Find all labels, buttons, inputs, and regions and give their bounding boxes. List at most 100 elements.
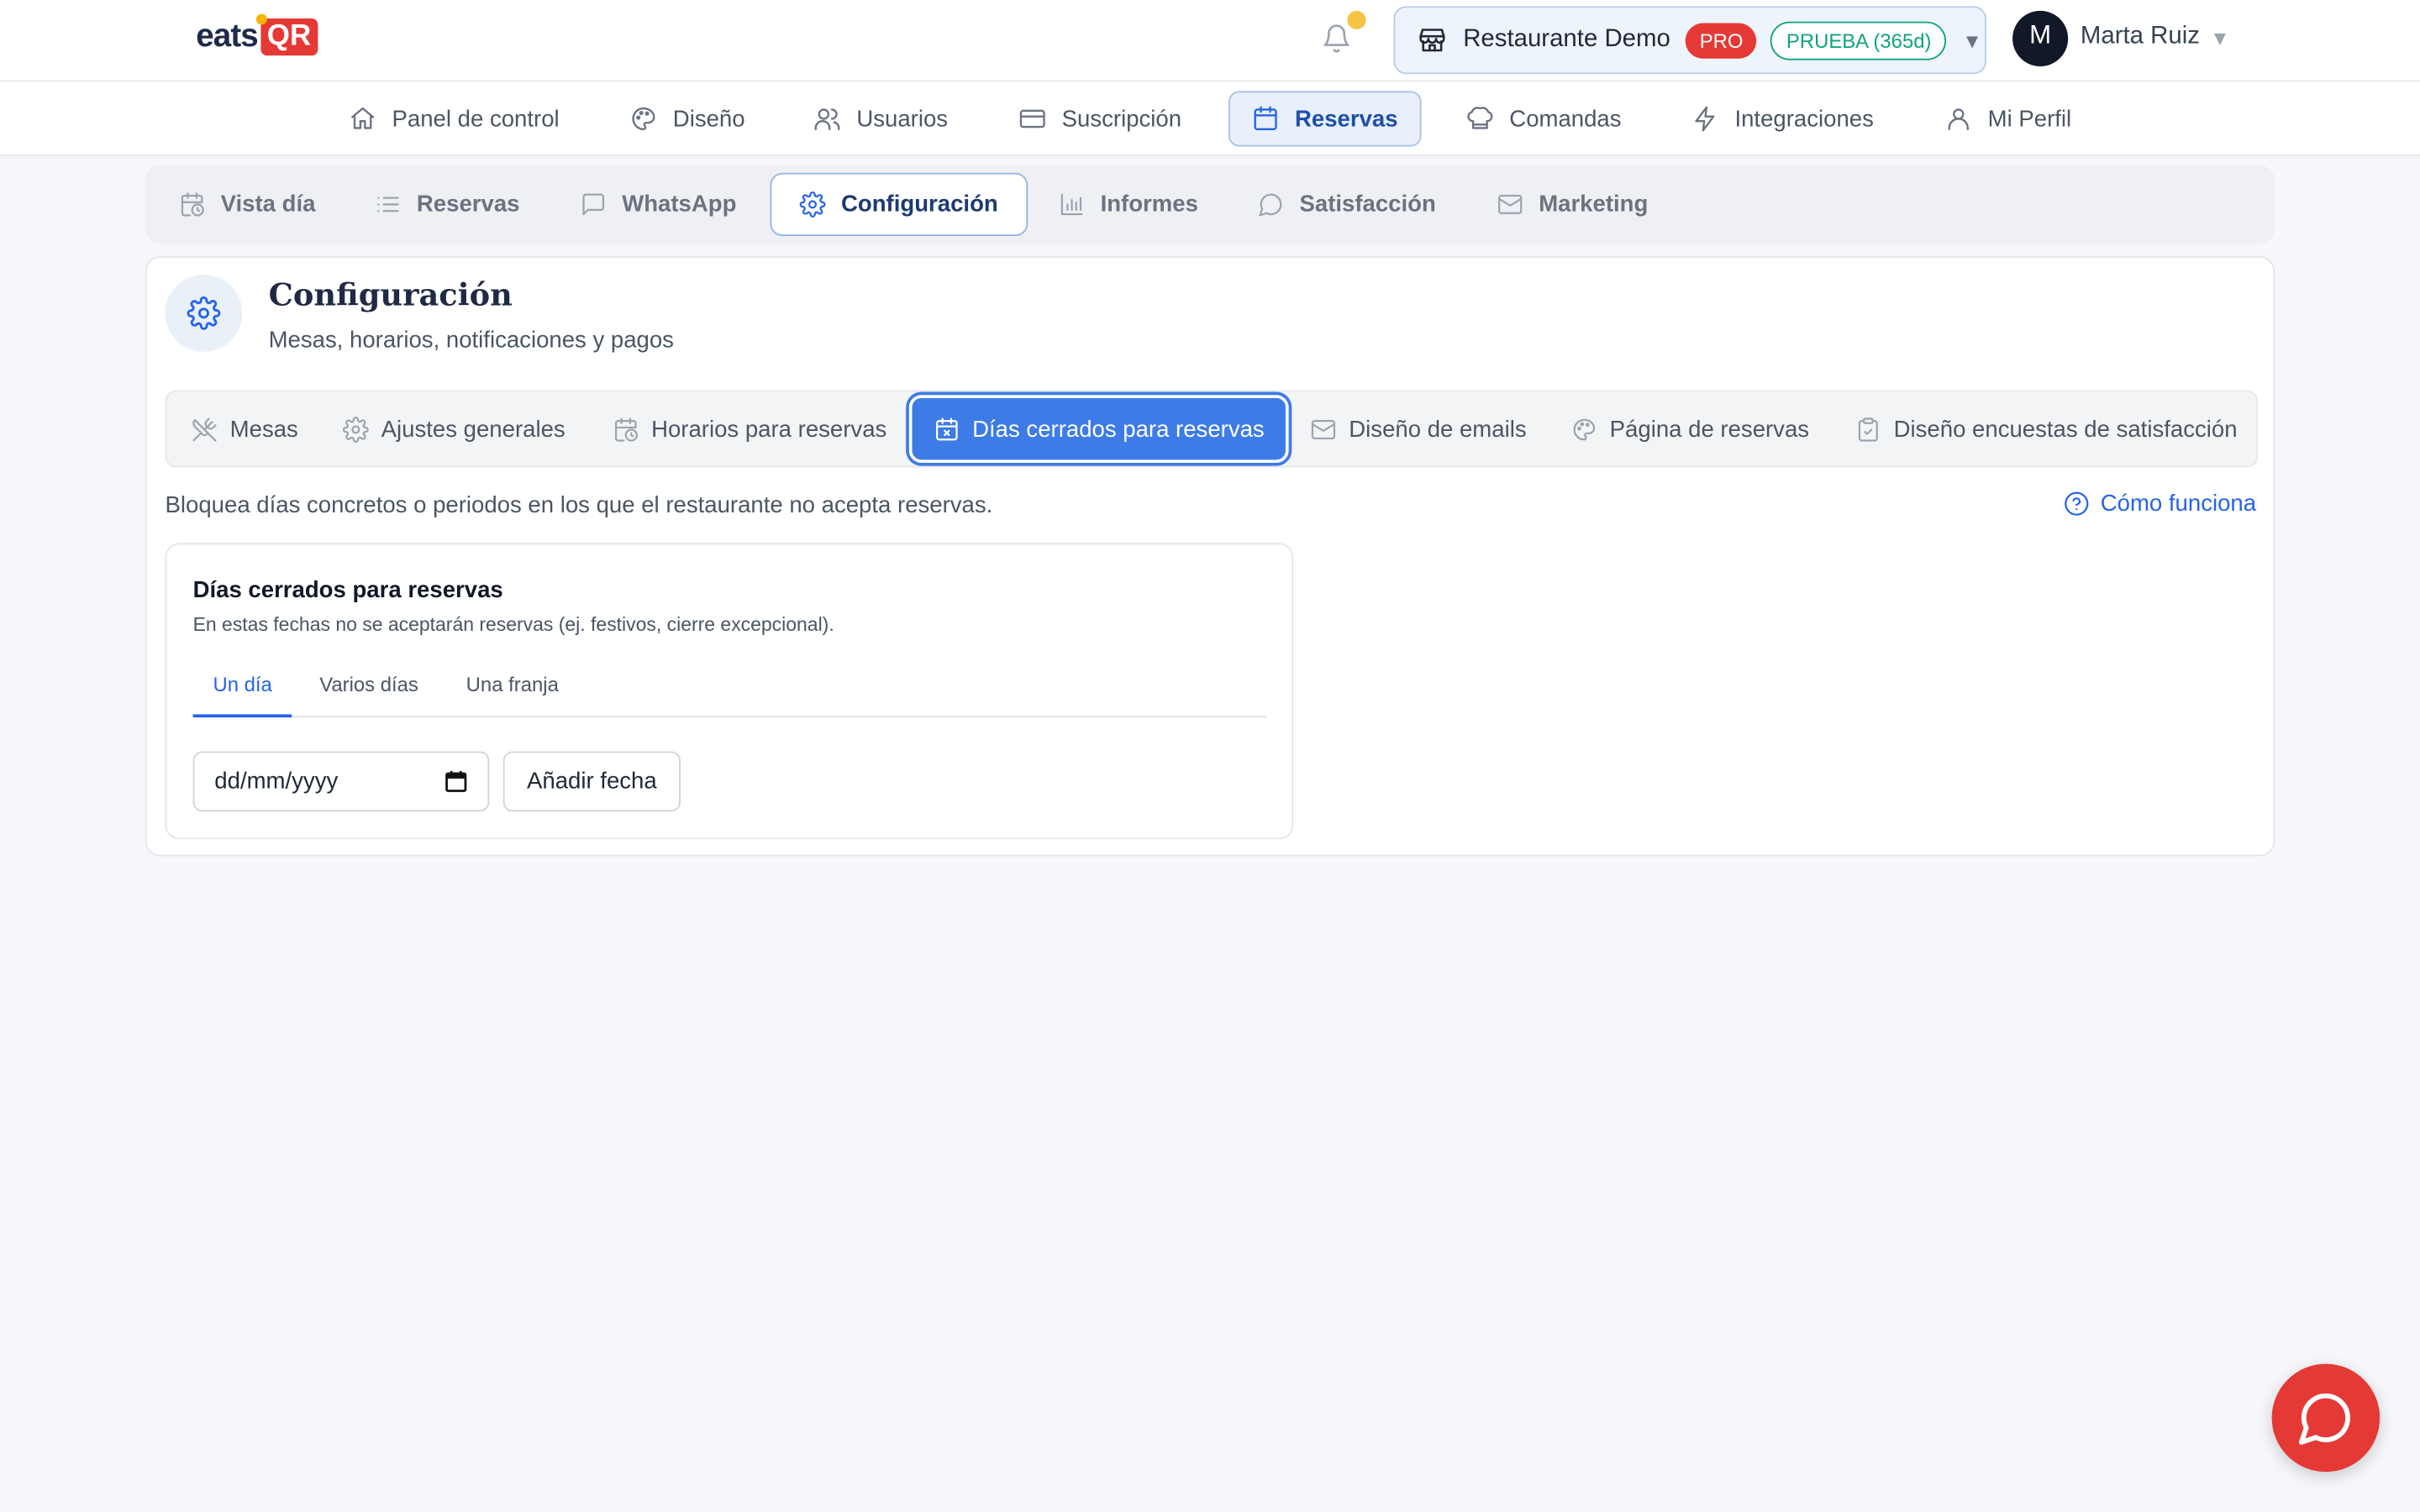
logo-text-eats: eats [196,18,258,55]
user-icon [1944,105,1987,133]
closed-days-title: Días cerrados para reservas [192,576,503,604]
palette-icon [629,105,672,133]
restaurant-selector[interactable]: Restaurante Demo PRO PRUEBA (365d) ▼ [1393,6,1986,75]
top-header: eats QR Restaurante Demo PRO PRUEBA (365… [0,0,2420,82]
config-tab-dias-cerrados[interactable]: Días cerrados para reservas [912,397,1286,460]
tab-label: Reservas [416,191,520,218]
palette-icon [1571,416,1610,442]
config-tab-ajustes-generales[interactable]: Ajustes generales [324,398,584,459]
config-tab-label: Página de reservas [1609,415,1810,443]
eatsqr-logo[interactable]: eats QR [196,13,318,56]
calendar-picker-icon[interactable] [445,770,468,794]
nav-item-integraciones[interactable]: Integraciones [1670,91,1895,146]
calendar-clock-icon [613,416,651,442]
nav-item-suscripcion[interactable]: Suscripción [997,91,1203,146]
config-tab-encuestas[interactable]: Diseño encuestas de satisfacción [1837,398,2256,459]
trial-badge: PRUEBA (365d) [1770,20,1947,60]
user-menu-chevron-icon[interactable]: ▼ [2210,26,2230,50]
list-icon [375,192,417,218]
chat-support-button[interactable] [2271,1363,2381,1473]
closed-days-mode-tabs: Un día Varios días Una franja [192,659,1267,718]
configuracion-card: Configuración Mesas, horarios, notificac… [145,255,2275,857]
nav-item-label: Usuarios [856,105,949,133]
nav-item-comandas[interactable]: Comandas [1444,91,1643,146]
tab-marketing[interactable]: Marketing [1470,173,1676,236]
tab-label: WhatsApp [622,191,737,218]
how-it-works-label: Cómo funciona [2100,491,2257,517]
tab-una-franja[interactable]: Una franja [446,673,579,717]
config-tab-label: Diseño encuestas de satisfacción [1893,415,2238,443]
nav-item-diseno[interactable]: Diseño [608,91,767,146]
tab-whatsapp[interactable]: WhatsApp [553,173,765,236]
nav-item-label: Reservas [1294,105,1398,133]
config-tab-label: Días cerrados para reservas [972,415,1265,443]
calendar-icon [1252,105,1295,133]
config-tab-label: Horarios para reservas [651,415,887,443]
nav-item-panel-de-control[interactable]: Panel de control [327,91,581,146]
tab-label: Informes [1100,191,1198,218]
config-tab-label: Ajustes generales [381,415,566,443]
nav-item-usuarios[interactable]: Usuarios [792,91,970,146]
reservas-sub-tabs: Vista día Reservas WhatsApp Configuració… [145,165,2275,244]
tab-un-dia[interactable]: Un día [192,673,292,718]
tab-informes[interactable]: Informes [1031,173,1226,236]
config-tab-mesas[interactable]: Mesas [173,398,317,459]
bolt-icon [1691,105,1734,133]
date-input[interactable]: dd/mm/yyyy [192,751,490,812]
config-tab-diseno-emails[interactable]: Diseño de emails [1292,398,1544,459]
bar-chart-icon [1059,192,1101,218]
page-subtitle: Mesas, horarios, notificaciones y pagos [268,327,674,354]
page-title: Configuración [268,276,513,313]
config-tab-label: Mesas [229,415,298,443]
nav-item-mi-perfil[interactable]: Mi Perfil [1923,91,2093,146]
gear-icon [799,192,841,218]
mail-icon [1310,416,1349,442]
restaurant-name: Restaurante Demo [1463,26,1670,53]
logo-text-qr: QR [256,13,318,56]
tab-label: Satisfacción [1299,191,1436,218]
nav-item-label: Panel de control [392,105,560,133]
plan-badge: PRO [1686,22,1758,58]
add-date-button[interactable]: Añadir fecha [502,751,681,812]
chef-hat-icon [1466,105,1509,133]
calendar-clock-icon [179,192,221,218]
credit-card-icon [1018,105,1061,133]
mail-icon [1497,192,1539,218]
tab-satisfaccion[interactable]: Satisfacción [1230,173,1464,236]
date-input-placeholder: dd/mm/yyyy [214,768,339,795]
gear-icon [343,416,381,442]
chat-bubble-icon [2296,1389,2355,1447]
notification-dot [1347,10,1366,29]
nav-item-label: Comandas [1509,105,1622,133]
store-icon [1417,24,1448,55]
user-name[interactable]: Marta Ruiz [2081,24,2200,51]
clipboard-check-icon [1855,416,1894,442]
tab-label: Configuración [841,191,998,218]
home-icon [349,105,392,133]
tab-vista-dia[interactable]: Vista día [151,173,344,236]
settings-gear-icon [165,274,243,352]
notifications-bell-icon[interactable] [1321,10,1366,55]
tab-reservas[interactable]: Reservas [347,173,547,236]
tab-label: Vista día [220,191,316,218]
config-tab-pagina-reservas[interactable]: Página de reservas [1553,398,1828,459]
nav-item-label: Integraciones [1734,105,1874,133]
nav-item-label: Diseño [672,105,745,133]
closed-days-subtitle: En estas fechas no se aceptarán reservas… [192,614,834,636]
chevron-down-icon: ▼ [1962,28,1982,52]
nav-item-reservas[interactable]: Reservas [1228,91,1422,147]
calendar-x-icon [934,416,972,442]
how-it-works-link[interactable]: Cómo funciona [2064,491,2256,517]
utensils-crossed-icon [192,416,230,442]
avatar[interactable]: M [2012,10,2069,66]
config-tabs: Mesas Ajustes generales Horarios para re… [165,390,2259,468]
nav-item-label: Suscripción [1061,105,1182,133]
message-circle-icon [1258,192,1300,218]
message-square-icon [581,192,623,218]
config-tab-horarios[interactable]: Horarios para reservas [594,398,905,459]
help-circle-icon [2064,491,2101,517]
nav-item-label: Mi Perfil [1987,105,2072,133]
tab-varios-dias[interactable]: Varios días [299,673,438,717]
tab-label: Marketing [1539,191,1649,218]
tab-configuracion[interactable]: Configuración [770,172,1028,237]
